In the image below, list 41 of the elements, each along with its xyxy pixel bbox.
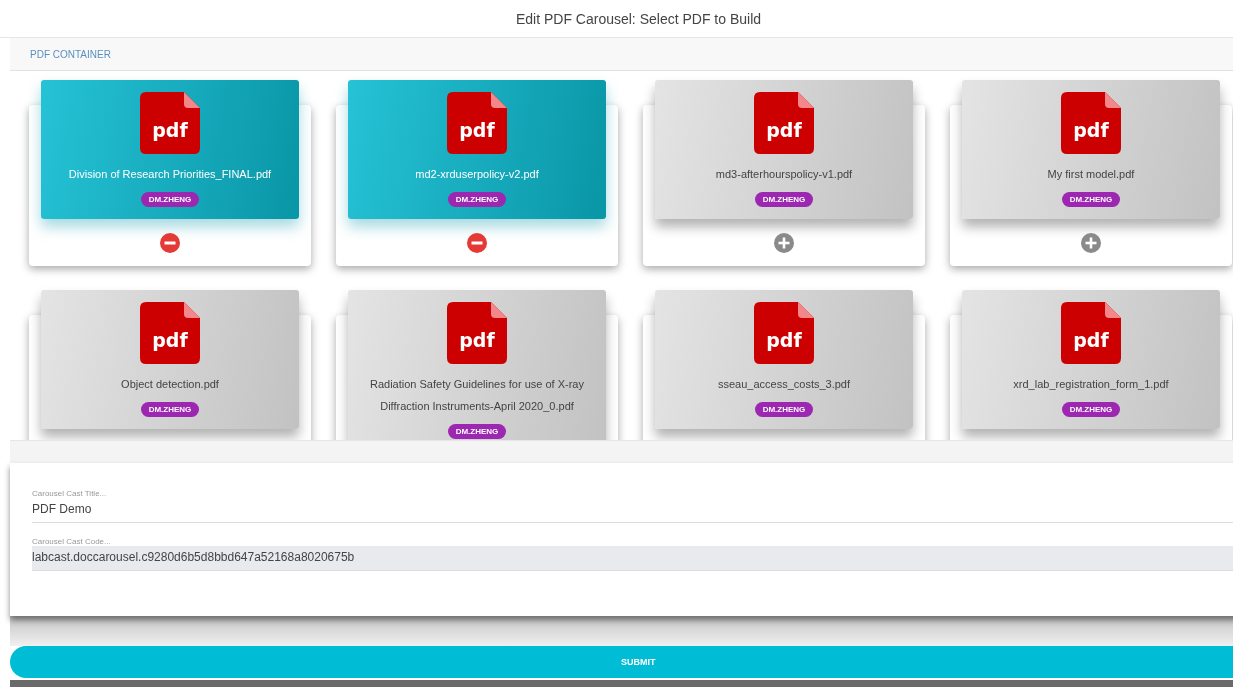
field-label: Carousel Cast Title... — [32, 489, 108, 498]
pdf-cover[interactable]: pdf Radiation Safety Guidelines for use of X-ray Diffraction Instruments-April 2020_0.pdf DM.ZHENG — [348, 290, 606, 440]
pdf-name: md2-xrduserpolicy-v2.pdf — [415, 167, 539, 182]
pdf-name: Radiation Safety Guidelines for use of X-ray Diffraction Instruments-April 2020_0.pdf — [369, 377, 585, 414]
owner-badge: DM.ZHENG — [1061, 192, 1121, 207]
remove-icon[interactable] — [160, 232, 180, 253]
remove-icon[interactable] — [467, 232, 487, 253]
container-label: PDF CONTAINER — [30, 48, 111, 60]
pdf-name: Object detection.pdf — [121, 377, 219, 392]
pdf-file-icon: pdf — [140, 302, 200, 364]
add-icon[interactable] — [774, 232, 794, 253]
pdf-file-icon: pdf — [140, 92, 200, 154]
field-label: Carousel Cast Code... — [32, 537, 112, 546]
pdf-file-icon: pdf — [754, 302, 814, 364]
pdf-cover[interactable]: pdf md3-afterhourspolicy-v1.pdf DM.ZHENG — [655, 80, 913, 219]
owner-badge: DM.ZHENG — [140, 402, 200, 417]
owner-badge: DM.ZHENG — [140, 192, 200, 207]
owner-badge: DM.ZHENG — [754, 402, 814, 417]
owner-badge: DM.ZHENG — [754, 192, 814, 207]
pdf-name: My first model.pdf — [1047, 167, 1135, 182]
pdf-file-icon: pdf — [754, 92, 814, 154]
page-title: Edit PDF Carousel: Select PDF to Build — [515, 10, 762, 27]
pdf-file-icon: pdf — [447, 302, 507, 364]
pdf-name: Division of Research Priorities_FINAL.pdf — [68, 167, 272, 182]
pdf-cover[interactable]: pdf My first model.pdf DM.ZHENG — [962, 80, 1220, 219]
add-icon[interactable] — [1081, 232, 1101, 253]
code-field[interactable]: labcast.doccarousel.c9280d6b5d8bbd647a52168a8020675b — [32, 546, 1233, 571]
pdf-cover[interactable]: pdf md2-xrduserpolicy-v2.pdf DM.ZHENG — [348, 80, 606, 219]
pdf-cover[interactable]: pdf sseau_access_costs_3.pdf DM.ZHENG — [655, 290, 913, 429]
pdf-name: sseau_access_costs_3.pdf — [717, 377, 851, 392]
pdf-cover[interactable]: pdf Division of Research Priorities_FINAL.pdf DM.ZHENG — [41, 80, 299, 219]
pdf-cover[interactable]: pdf xrd_lab_registration_form_1.pdf DM.ZHENG — [962, 290, 1220, 429]
owner-badge: DM.ZHENG — [1061, 402, 1121, 417]
pdf-file-icon: pdf — [1061, 92, 1121, 154]
pdf-name: md3-afterhourspolicy-v1.pdf — [715, 167, 853, 182]
pdf-file-icon: pdf — [447, 92, 507, 154]
owner-badge: DM.ZHENG — [447, 424, 507, 439]
pdf-name: xrd_lab_registration_form_1.pdf — [1013, 377, 1169, 392]
pdf-file-icon: pdf — [1061, 302, 1121, 364]
pdf-cover[interactable]: pdf Object detection.pdf DM.ZHENG — [41, 290, 299, 429]
owner-badge: DM.ZHENG — [447, 192, 507, 207]
